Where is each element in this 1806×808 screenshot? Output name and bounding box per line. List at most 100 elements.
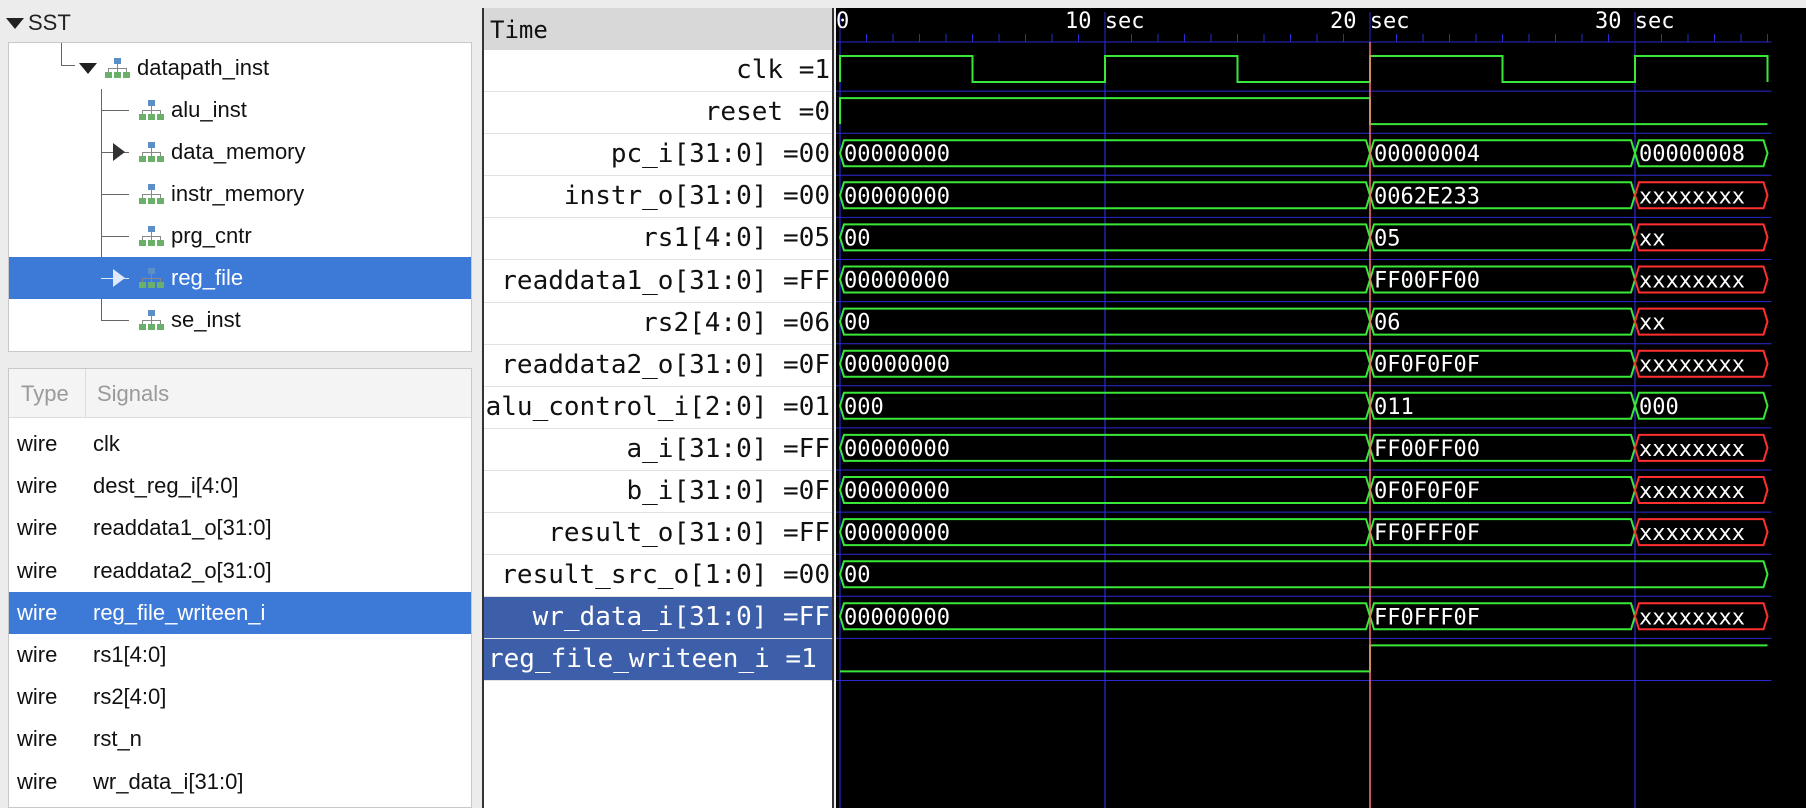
tree-item-data-memory[interactable]: data_memory [9, 131, 471, 173]
signal-name: clk [93, 431, 120, 456]
expand-right-icon[interactable] [113, 143, 125, 161]
bus-value-label: xxxxxxxx [1639, 521, 1745, 546]
waveform-signal-name-row[interactable]: a_i[31:0] =FF [484, 429, 832, 471]
tree-item-label: datapath_inst [137, 55, 270, 80]
bus-value-label: 06 [1374, 311, 1401, 336]
waveform-signal-name-row[interactable]: rs2[4:0] =06 [484, 303, 832, 345]
signal-type: wire [17, 515, 58, 541]
waveform-signal-name-row[interactable]: alu_control_i[2:0] =01 [484, 387, 832, 429]
waveform-signal-name-row[interactable]: reg_file_writeen_i =1 [484, 639, 832, 682]
signal-list-row[interactable]: wire reg_file_writeen_i [9, 591, 471, 634]
signal-type: wire [17, 726, 58, 752]
bus-value-label: xxxxxxxx [1639, 184, 1745, 209]
signal-list-row[interactable]: wire rs1[4:0] [9, 634, 471, 676]
tree-guide-line [101, 320, 129, 321]
bus-value-label: 0F0F0F0F [1374, 353, 1480, 378]
signal-name: rst_n [93, 726, 142, 752]
module-hierarchy-icon [137, 140, 167, 164]
bus-value-label: xxxxxxxx [1639, 605, 1745, 630]
time-header: Time [484, 8, 832, 50]
signal-names-pane: Time clk =1 reset =0 pc_i[31:0] =00 instr_o… [482, 8, 834, 808]
signal-list-row[interactable]: wire readdata2_o[31:0] [9, 550, 471, 592]
tree-item-label: reg_file [171, 265, 244, 290]
bus-value-label: 00000000 [844, 353, 950, 378]
collapse-triangle-icon[interactable] [6, 17, 24, 29]
signal-name: reg_file_writeen_i [93, 599, 266, 625]
bit-trace [839, 97, 1768, 126]
expand-right-icon[interactable] [113, 269, 125, 287]
bus-value-label: FF0FFF0F [1374, 605, 1480, 630]
bus-value-label: FF0FFF0F [1374, 521, 1480, 546]
waveform-signal-label: alu_control_i[2:0] =01 [485, 391, 830, 422]
bus-value-label: xx [1639, 226, 1666, 251]
waveform-signal-label: a_i[31:0] =FF [626, 433, 831, 464]
tree-item-alu-inst[interactable]: alu_inst [9, 89, 471, 131]
signal-list-row[interactable]: wire rs2[4:0] [9, 676, 471, 718]
signal-list-row[interactable]: wire readdata1_o[31:0] [9, 507, 471, 549]
waveform-signal-name-row[interactable]: rs1[4:0] =05 [484, 218, 832, 261]
tree-guide-line [101, 110, 129, 111]
bus-value-label: 000 [1639, 395, 1679, 420]
bus-value-label: 0F0F0F0F [1374, 479, 1480, 504]
tree-item-datapath-inst[interactable]: datapath_inst [9, 47, 471, 89]
column-header-signals[interactable]: Signals [97, 381, 169, 407]
module-hierarchy-icon [137, 224, 167, 248]
tree-item-label: alu_inst [171, 97, 247, 122]
tree-item-instr-memory[interactable]: instr_memory [9, 173, 471, 215]
bus-value-label: FF00FF00 [1374, 437, 1480, 462]
bus-value-label: xxxxxxxx [1639, 479, 1745, 504]
bus-value-label: xxxxxxxx [1639, 437, 1745, 462]
signal-name: dest_reg_i[4:0] [93, 473, 239, 499]
waveform-signal-name-row[interactable]: readdata2_o[31:0] =0F [484, 345, 832, 387]
waveform-signal-name-row[interactable]: clk =1 [484, 50, 832, 92]
tree-item-prg-cntr[interactable]: prg_cntr [9, 215, 471, 257]
sst-title: SST [28, 10, 71, 35]
module-hierarchy-icon [137, 98, 167, 122]
waveform-signal-label: rs2[4:0] =06 [642, 307, 830, 338]
bus-value-label: xxxxxxxx [1639, 353, 1745, 378]
expand-down-icon[interactable] [79, 63, 97, 74]
waveform-signal-name-row[interactable]: b_i[31:0] =0F [484, 471, 832, 513]
column-header-type[interactable]: Type [21, 381, 69, 407]
signal-type: wire [17, 473, 58, 499]
waveform-signal-label: readdata1_o[31:0] =FF [501, 265, 830, 296]
waveform-canvas[interactable]: 0 10 sec 20 sec 30 sec 00000000 00000004 00000… [836, 8, 1806, 808]
bus-value-label: xxxxxxxx [1639, 269, 1745, 294]
signal-type: wire [17, 599, 58, 625]
signal-type: wire [17, 557, 58, 583]
waveform-signal-label: rs1[4:0] =05 [642, 223, 830, 254]
waveform-signal-name-row[interactable]: instr_o[31:0] =00 [484, 176, 832, 219]
waveform-signal-name-row[interactable]: result_src_o[1:0] =00 [484, 555, 832, 598]
waveform-signal-name-row[interactable]: readdata1_o[31:0] =FF [484, 261, 832, 303]
sst-header[interactable]: SST [6, 10, 71, 36]
waveform-svg[interactable]: 0 10 sec 20 sec 30 sec00000000 00000004 00000… [836, 8, 1806, 808]
signal-name: rs2[4:0] [93, 684, 167, 710]
bus-value-label: 00000008 [1639, 142, 1745, 167]
tree-item-reg-file[interactable]: reg_file [9, 257, 471, 299]
waveform-signal-name-row[interactable]: pc_i[31:0] =00 [484, 134, 832, 177]
bus-value-label: 00000004 [1374, 142, 1480, 167]
tree-guide-line [101, 236, 129, 237]
signal-list-row[interactable]: wire wr_data_i[31:0] [9, 761, 471, 803]
signal-name: readdata2_o[31:0] [93, 557, 272, 583]
waveform-signal-name-row[interactable]: wr_data_i[31:0] =FF [484, 597, 832, 640]
waveform-signal-label: reset =0 [704, 97, 830, 128]
bus-value-label: xx [1639, 311, 1666, 336]
bus-value-label: 000 [844, 395, 884, 420]
signal-list-row[interactable]: wire clk [9, 423, 471, 465]
bus-value-label: 011 [1374, 395, 1414, 420]
bus-value-label: 00 [844, 311, 871, 336]
time-header-label: Time [490, 16, 548, 44]
module-hierarchy-icon [103, 56, 133, 80]
waveform-signal-name-row[interactable]: result_o[31:0] =FF [484, 513, 832, 556]
bus-value-label: 00000000 [844, 142, 950, 167]
signal-list-row[interactable]: wire rst_n [9, 718, 471, 760]
tree-item-se-inst[interactable]: se_inst [9, 299, 471, 341]
signal-list-row[interactable]: wire dest_reg_i[4:0] [9, 465, 471, 507]
sst-panel: SST datapath_inst alu_inst data_memory inst… [0, 0, 480, 808]
waveform-signal-name-row[interactable]: reset =0 [484, 92, 832, 135]
bus-segment [1368, 223, 1637, 252]
bus-value-label: 00000000 [844, 521, 950, 546]
bus-value-label: 0062E233 [1374, 184, 1480, 209]
waveform-signal-label: readdata2_o[31:0] =0F [501, 349, 830, 380]
